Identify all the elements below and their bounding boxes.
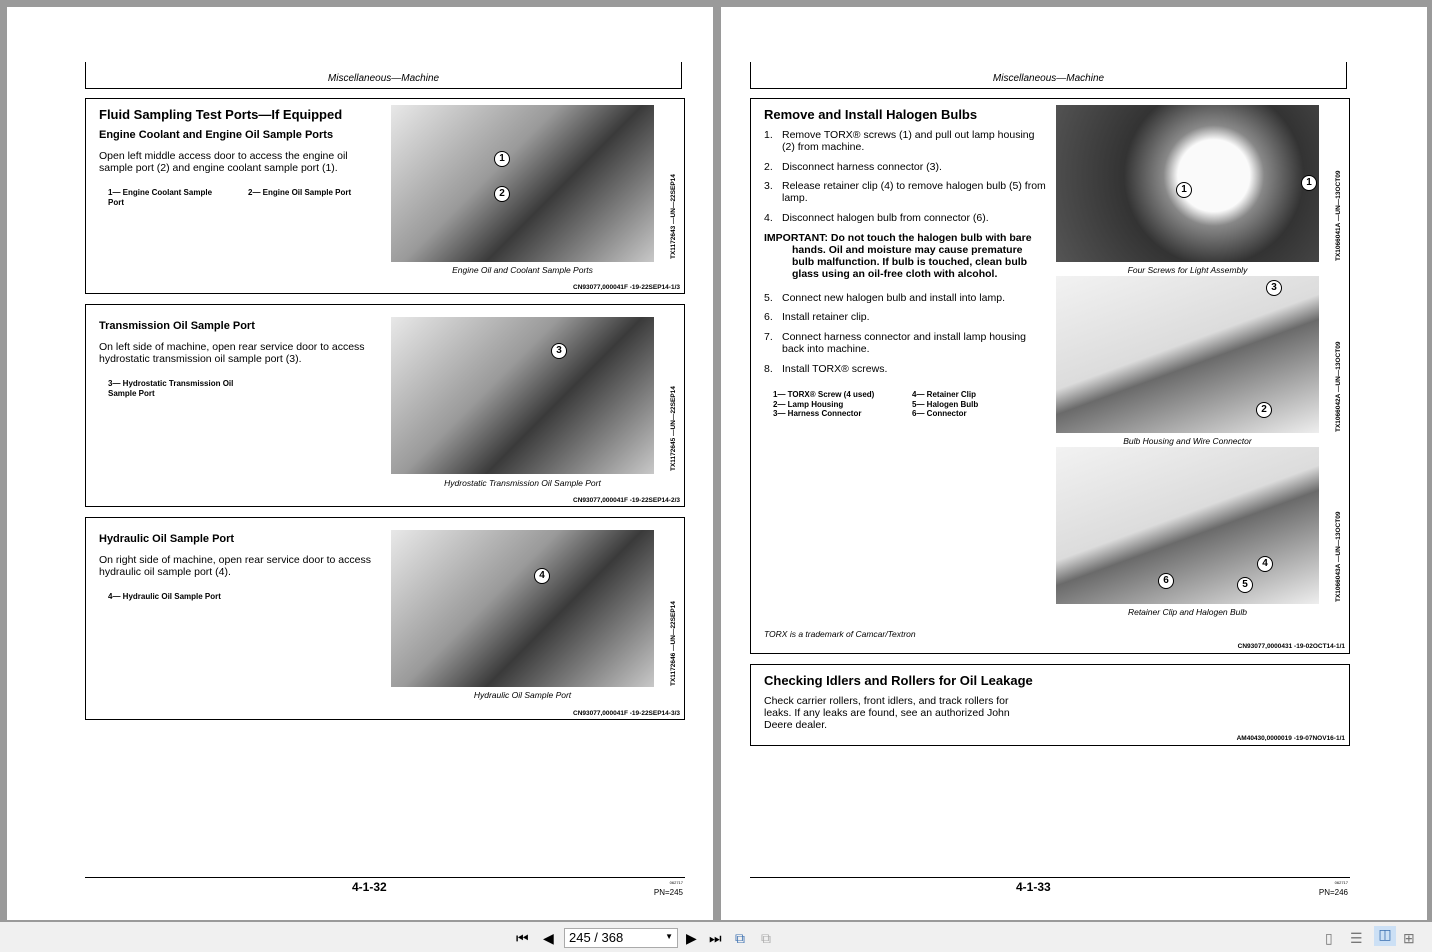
lamp-screws-photo: 1 1 <box>1056 105 1319 262</box>
small-code: 062717 <box>669 880 683 885</box>
forward-view-icon[interactable]: ⧉ <box>761 930 771 947</box>
facing-view-icon[interactable]: ◫ <box>1374 926 1396 946</box>
step: 4. Disconnect halogen bulb from connector… <box>764 212 989 224</box>
viewer-toolbar: ⏮ ◀ 245 / 368 ▼ ▶ ⏭ ⧉ ⧉ ▯ ☰ ◫ ⊞ <box>0 922 1432 952</box>
image-caption: Retainer Clip and Halogen Bulb <box>1127 607 1248 617</box>
section-body: Open left middle access door to access t… <box>99 150 348 174</box>
single-page-view-icon[interactable]: ▯ <box>1325 930 1333 947</box>
section-title: Fluid Sampling Test Ports—If Equipped <box>99 107 343 122</box>
back-view-icon[interactable]: ⧉ <box>735 930 745 947</box>
legend-col2: 4— Retainer Clip 5— Halogen Bulb 6— Conn… <box>912 390 978 419</box>
section-subtitle: Engine Coolant and Engine Oil Sample Por… <box>99 129 334 141</box>
section-hydraulic-oil: Hydraulic Oil Sample Port On right side … <box>85 517 685 720</box>
section-body: On left side of machine, open rear servi… <box>99 341 365 365</box>
doc-code: CN93077,000041F -19-22SEP14-2/3 <box>573 497 680 504</box>
legend-col1: 1— TORX® Screw (4 used) 2— Lamp Housing … <box>773 390 874 419</box>
section-title: Transmission Oil Sample Port <box>99 320 255 332</box>
legend-item: 3— Harness Connector <box>773 409 862 418</box>
legend-item: 6— Connector <box>912 409 967 418</box>
image-caption: Hydrostatic Transmission Oil Sample Port <box>444 478 601 488</box>
callout: 3 <box>551 343 567 359</box>
page-number: 4-1-32 <box>352 880 387 894</box>
step: 1. Remove TORX® screws (1) and pull out l… <box>764 129 1035 153</box>
step: 6. Install retainer clip. <box>764 311 870 323</box>
image-caption: Bulb Housing and Wire Connector <box>1123 436 1252 446</box>
retainer-clip-photo: 4 5 6 <box>1056 447 1319 604</box>
section-idlers-rollers: Checking Idlers and Rollers for Oil Leak… <box>750 664 1350 746</box>
section-title: Hydraulic Oil Sample Port <box>99 533 235 545</box>
step: 8. Install TORX® screws. <box>764 363 888 375</box>
doc-code: CN93077,0000431 -19-02OCT14-1/1 <box>1237 643 1345 650</box>
section-halogen-bulbs: Remove and Install Halogen Bulbs 1. Remov… <box>750 98 1350 654</box>
doc-code: CN93077,000041F -19-22SEP14-3/3 <box>573 710 680 717</box>
legend-item: 2— Lamp Housing <box>773 399 844 409</box>
important-note: IMPORTANT: Do not touch the halogen bulb… <box>764 232 1032 280</box>
legend-item: 4— Hydraulic Oil Sample Port <box>108 592 221 601</box>
legend-item: 1— Engine Coolant Sample Port <box>108 188 213 207</box>
page-selector[interactable]: 245 / 368 ▼ <box>564 928 678 948</box>
pn-label: PN=246 <box>1318 888 1348 897</box>
callout: 6 <box>1158 573 1174 589</box>
section-body: Check carrier rollers, front idlers, and… <box>764 695 1010 731</box>
footer-rule <box>85 877 685 878</box>
legend-item: 3— Hydrostatic Transmission Oil Sample P… <box>108 379 234 398</box>
callout: 5 <box>1237 577 1253 593</box>
section-body: On right side of machine, open rear serv… <box>99 554 371 578</box>
image-id: TX1066043A —UN—13OCT09 <box>1335 511 1342 602</box>
callout: 3 <box>1266 280 1282 296</box>
first-page-button[interactable]: ⏮ <box>516 930 529 947</box>
image-id: TX1172646 —UN—22SEP14 <box>670 601 677 686</box>
callout: 2 <box>1256 402 1272 418</box>
callout: 1 <box>1176 182 1192 198</box>
section-fluid-sampling: Fluid Sampling Test Ports—If Equipped En… <box>85 98 685 294</box>
hydraulic-port-photo: 4 <box>391 530 654 687</box>
footer-rule <box>750 877 1350 878</box>
transmission-port-photo: 3 <box>391 317 654 474</box>
section-title: Remove and Install Halogen Bulbs <box>764 107 978 122</box>
image-id: TX1172643 —UN—22SEP14 <box>670 174 677 259</box>
image-caption: Four Screws for Light Assembly <box>1127 265 1248 275</box>
page-header: Miscellaneous—Machine <box>750 62 1347 89</box>
step: 2. Disconnect harness connector (3). <box>764 161 942 173</box>
right-page: Miscellaneous—Machine Remove and Install… <box>721 7 1427 920</box>
page-display: 245 / 368 <box>569 930 624 945</box>
image-caption: Engine Oil and Coolant Sample Ports <box>452 265 593 275</box>
callout: 1 <box>1301 175 1317 191</box>
engine-ports-photo: 1 2 <box>391 105 654 262</box>
doc-code: CN93077,000041F -19-22SEP14-1/3 <box>573 284 680 291</box>
step: 7. Connect harness connector and install … <box>764 331 1026 355</box>
image-id: TX1066042A —UN—13OCT09 <box>1335 341 1342 432</box>
callout: 1 <box>494 151 510 167</box>
next-page-button[interactable]: ▶ <box>686 930 697 947</box>
trademark-note: TORX is a trademark of Camcar/Textron <box>764 629 916 639</box>
last-page-button[interactable]: ⏭ <box>709 930 722 947</box>
image-caption: Hydraulic Oil Sample Port <box>473 690 572 700</box>
section-transmission-oil: Transmission Oil Sample Port On left sid… <box>85 304 685 507</box>
doc-code: AM40430,0000019 -19-07NOV16-1/1 <box>1236 735 1345 742</box>
legend-item: 1— TORX® Screw (4 used) <box>773 390 875 399</box>
left-page: Miscellaneous—Machine Fluid Sampling Tes… <box>7 7 713 920</box>
bulb-housing-photo: 3 2 <box>1056 276 1319 433</box>
legend-item: 4— Retainer Clip <box>912 390 977 399</box>
callout: 4 <box>1257 556 1273 572</box>
chevron-down-icon: ▼ <box>665 932 673 941</box>
image-id: TX1066041A —UN—13OCT09 <box>1335 170 1342 261</box>
image-id: TX1172645 —UN—22SEP14 <box>670 386 677 471</box>
callout: 2 <box>494 186 510 202</box>
step: 5. Connect new halogen bulb and install i… <box>764 292 1005 304</box>
legend-item: 5— Halogen Bulb <box>912 399 979 409</box>
page-number: 4-1-33 <box>1016 880 1051 894</box>
small-code: 062717 <box>1334 880 1348 885</box>
section-title: Checking Idlers and Rollers for Oil Leak… <box>764 673 1033 688</box>
pn-label: PN=245 <box>653 888 683 897</box>
callout: 4 <box>534 568 550 584</box>
page-header: Miscellaneous—Machine <box>85 62 682 89</box>
legend-item: 2— Engine Oil Sample Port <box>248 188 352 197</box>
previous-page-button[interactable]: ◀ <box>543 930 554 947</box>
continuous-facing-view-icon[interactable]: ⊞ <box>1403 930 1415 947</box>
continuous-view-icon[interactable]: ☰ <box>1350 930 1363 947</box>
step: 3. Release retainer clip (4) to remove ha… <box>764 180 1046 204</box>
